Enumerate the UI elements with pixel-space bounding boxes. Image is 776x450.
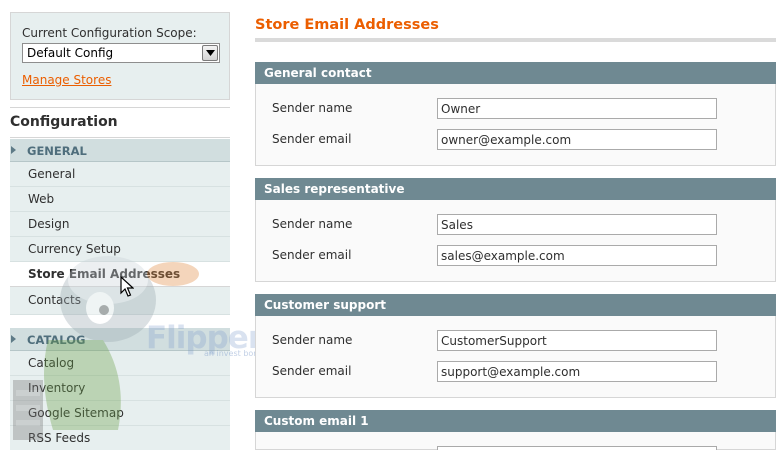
sidebar-item-general[interactable]: General	[10, 162, 230, 187]
section-title: General contact	[264, 66, 372, 80]
sidebar-item-label: Web	[28, 192, 55, 206]
sidebar-item-label: Currency Setup	[28, 242, 121, 256]
sender-email-input[interactable]	[437, 129, 717, 150]
sender-name-input[interactable]	[437, 330, 717, 351]
field-label: Sender email	[272, 248, 352, 262]
sender-name-input[interactable]	[437, 98, 717, 119]
chevron-down-icon[interactable]	[202, 45, 218, 61]
sidebar-item-web[interactable]: Web	[10, 187, 230, 212]
manage-stores-link[interactable]: Manage Stores	[22, 73, 111, 87]
sidebar-item-label: Google Sitemap	[28, 406, 124, 420]
section-header[interactable]: Sales representative	[255, 178, 776, 200]
sidebar-item-label: Contacts	[28, 293, 81, 307]
section-body: Sender name Sender email	[255, 316, 776, 398]
title-divider	[255, 38, 776, 42]
field-label: Sender email	[272, 132, 352, 146]
sidebar-item-rss-feeds[interactable]: RSS Feeds	[10, 426, 230, 450]
sender-name-input[interactable]	[437, 446, 717, 450]
section-title: Custom email 1	[264, 414, 369, 428]
sidebar: Current Configuration Scope: Default Con…	[10, 12, 230, 450]
sidebar-item-label: Design	[28, 217, 70, 231]
sidebar-item-google-sitemap[interactable]: Google Sitemap	[10, 401, 230, 426]
sender-email-input[interactable]	[437, 245, 717, 266]
scope-select-value: Default Config	[27, 46, 114, 60]
section-header[interactable]: General contact	[255, 62, 776, 84]
collapse-arrow-icon	[11, 146, 16, 154]
scope-select[interactable]: Default Config	[22, 43, 220, 63]
sender-name-input[interactable]	[437, 214, 717, 235]
group-header-general[interactable]: GENERAL	[10, 139, 230, 162]
sidebar-item-label: Inventory	[28, 381, 86, 395]
sidebar-item-design[interactable]: Design	[10, 212, 230, 237]
mouse-cursor-icon	[120, 276, 134, 297]
configuration-title: Configuration	[10, 107, 230, 138]
field-label: Sender name	[272, 101, 353, 115]
sidebar-item-label: General	[28, 167, 76, 181]
field-label: Sender email	[272, 364, 352, 378]
section-body	[255, 432, 776, 450]
collapse-arrow-icon	[11, 335, 16, 343]
group-label: CATALOG	[27, 333, 86, 347]
page-title: Store Email Addresses	[255, 17, 439, 33]
sidebar-item-label: Catalog	[28, 356, 75, 370]
section-title: Sales representative	[264, 182, 405, 196]
main-content: Store Email Addresses General contact Se…	[255, 0, 776, 450]
section-body: Sender name Sender email	[255, 200, 776, 282]
sender-email-input[interactable]	[437, 361, 717, 382]
field-label: Sender name	[272, 217, 353, 231]
section-body: Sender name Sender email	[255, 84, 776, 166]
scope-label: Current Configuration Scope:	[22, 26, 197, 40]
group-label: GENERAL	[27, 144, 87, 158]
section-header[interactable]: Customer support	[255, 294, 776, 316]
sidebar-item-label: RSS Feeds	[28, 431, 91, 445]
sidebar-item-inventory[interactable]: Inventory	[10, 376, 230, 401]
field-label: Sender name	[272, 333, 353, 347]
section-header[interactable]: Custom email 1	[255, 410, 776, 432]
sidebar-item-label: Store Email Addresses	[28, 267, 181, 281]
scope-switcher: Current Configuration Scope: Default Con…	[10, 12, 230, 100]
sidebar-item-currency-setup[interactable]: Currency Setup	[10, 237, 230, 262]
section-title: Customer support	[264, 298, 386, 312]
configuration-title-text: Configuration	[10, 114, 118, 130]
